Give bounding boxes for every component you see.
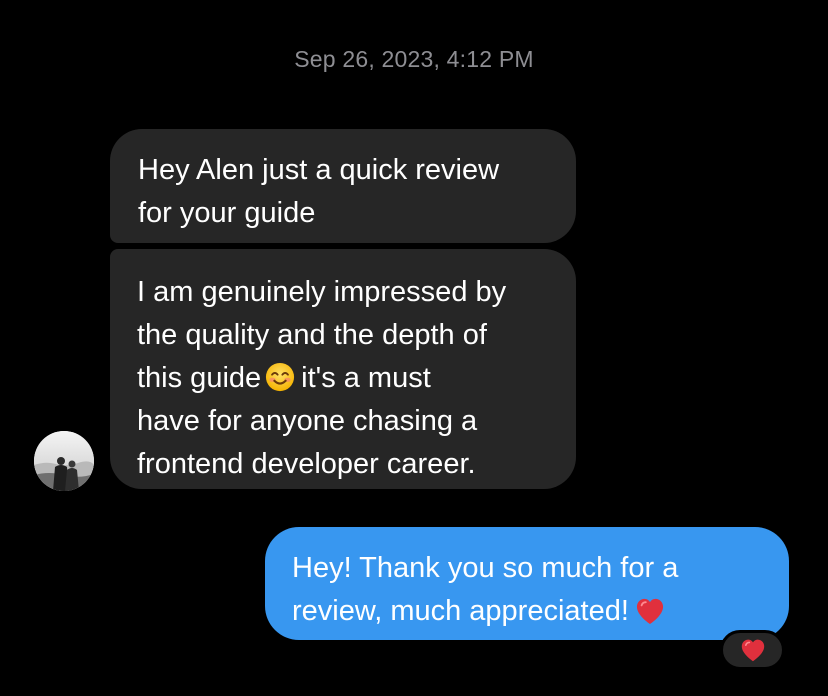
smiling-face-icon [266, 362, 295, 392]
message-text-line: frontend developer career. [137, 448, 476, 480]
message-text-segment: this guide [137, 362, 262, 394]
message-text-line: review, much appreciated! [292, 590, 769, 633]
avatar-photo [34, 431, 94, 491]
incoming-message-bubble[interactable]: Hey Alen just a quick review for your gu… [110, 129, 576, 243]
conversation-timestamp: Sep 26, 2023, 4:12 PM [294, 46, 534, 72]
message-reaction[interactable] [720, 630, 785, 670]
message-text-line: the quality and the depth of [137, 319, 487, 351]
message-text-segment: it's a must [301, 362, 431, 394]
message-text-line: Hey! Thank you so much for a [292, 552, 679, 584]
incoming-message-bubble[interactable]: I am genuinely impressed by the quality … [110, 249, 576, 489]
message-text-line: have for anyone chasing a [137, 405, 478, 437]
message-text-line: for your guide [138, 197, 316, 229]
outgoing-message-bubble[interactable]: Hey! Thank you so much for a review, muc… [265, 527, 789, 640]
message-text-line: I am genuinely impressed by [137, 276, 507, 308]
sender-avatar[interactable] [34, 431, 94, 491]
red-heart-icon [741, 639, 764, 662]
message-text-line: Hey Alen just a quick review [138, 154, 500, 186]
red-heart-icon [636, 598, 663, 625]
message-text-line: this guide it's a must [137, 357, 556, 400]
message-text-segment: review, much appreciated! [292, 595, 629, 627]
